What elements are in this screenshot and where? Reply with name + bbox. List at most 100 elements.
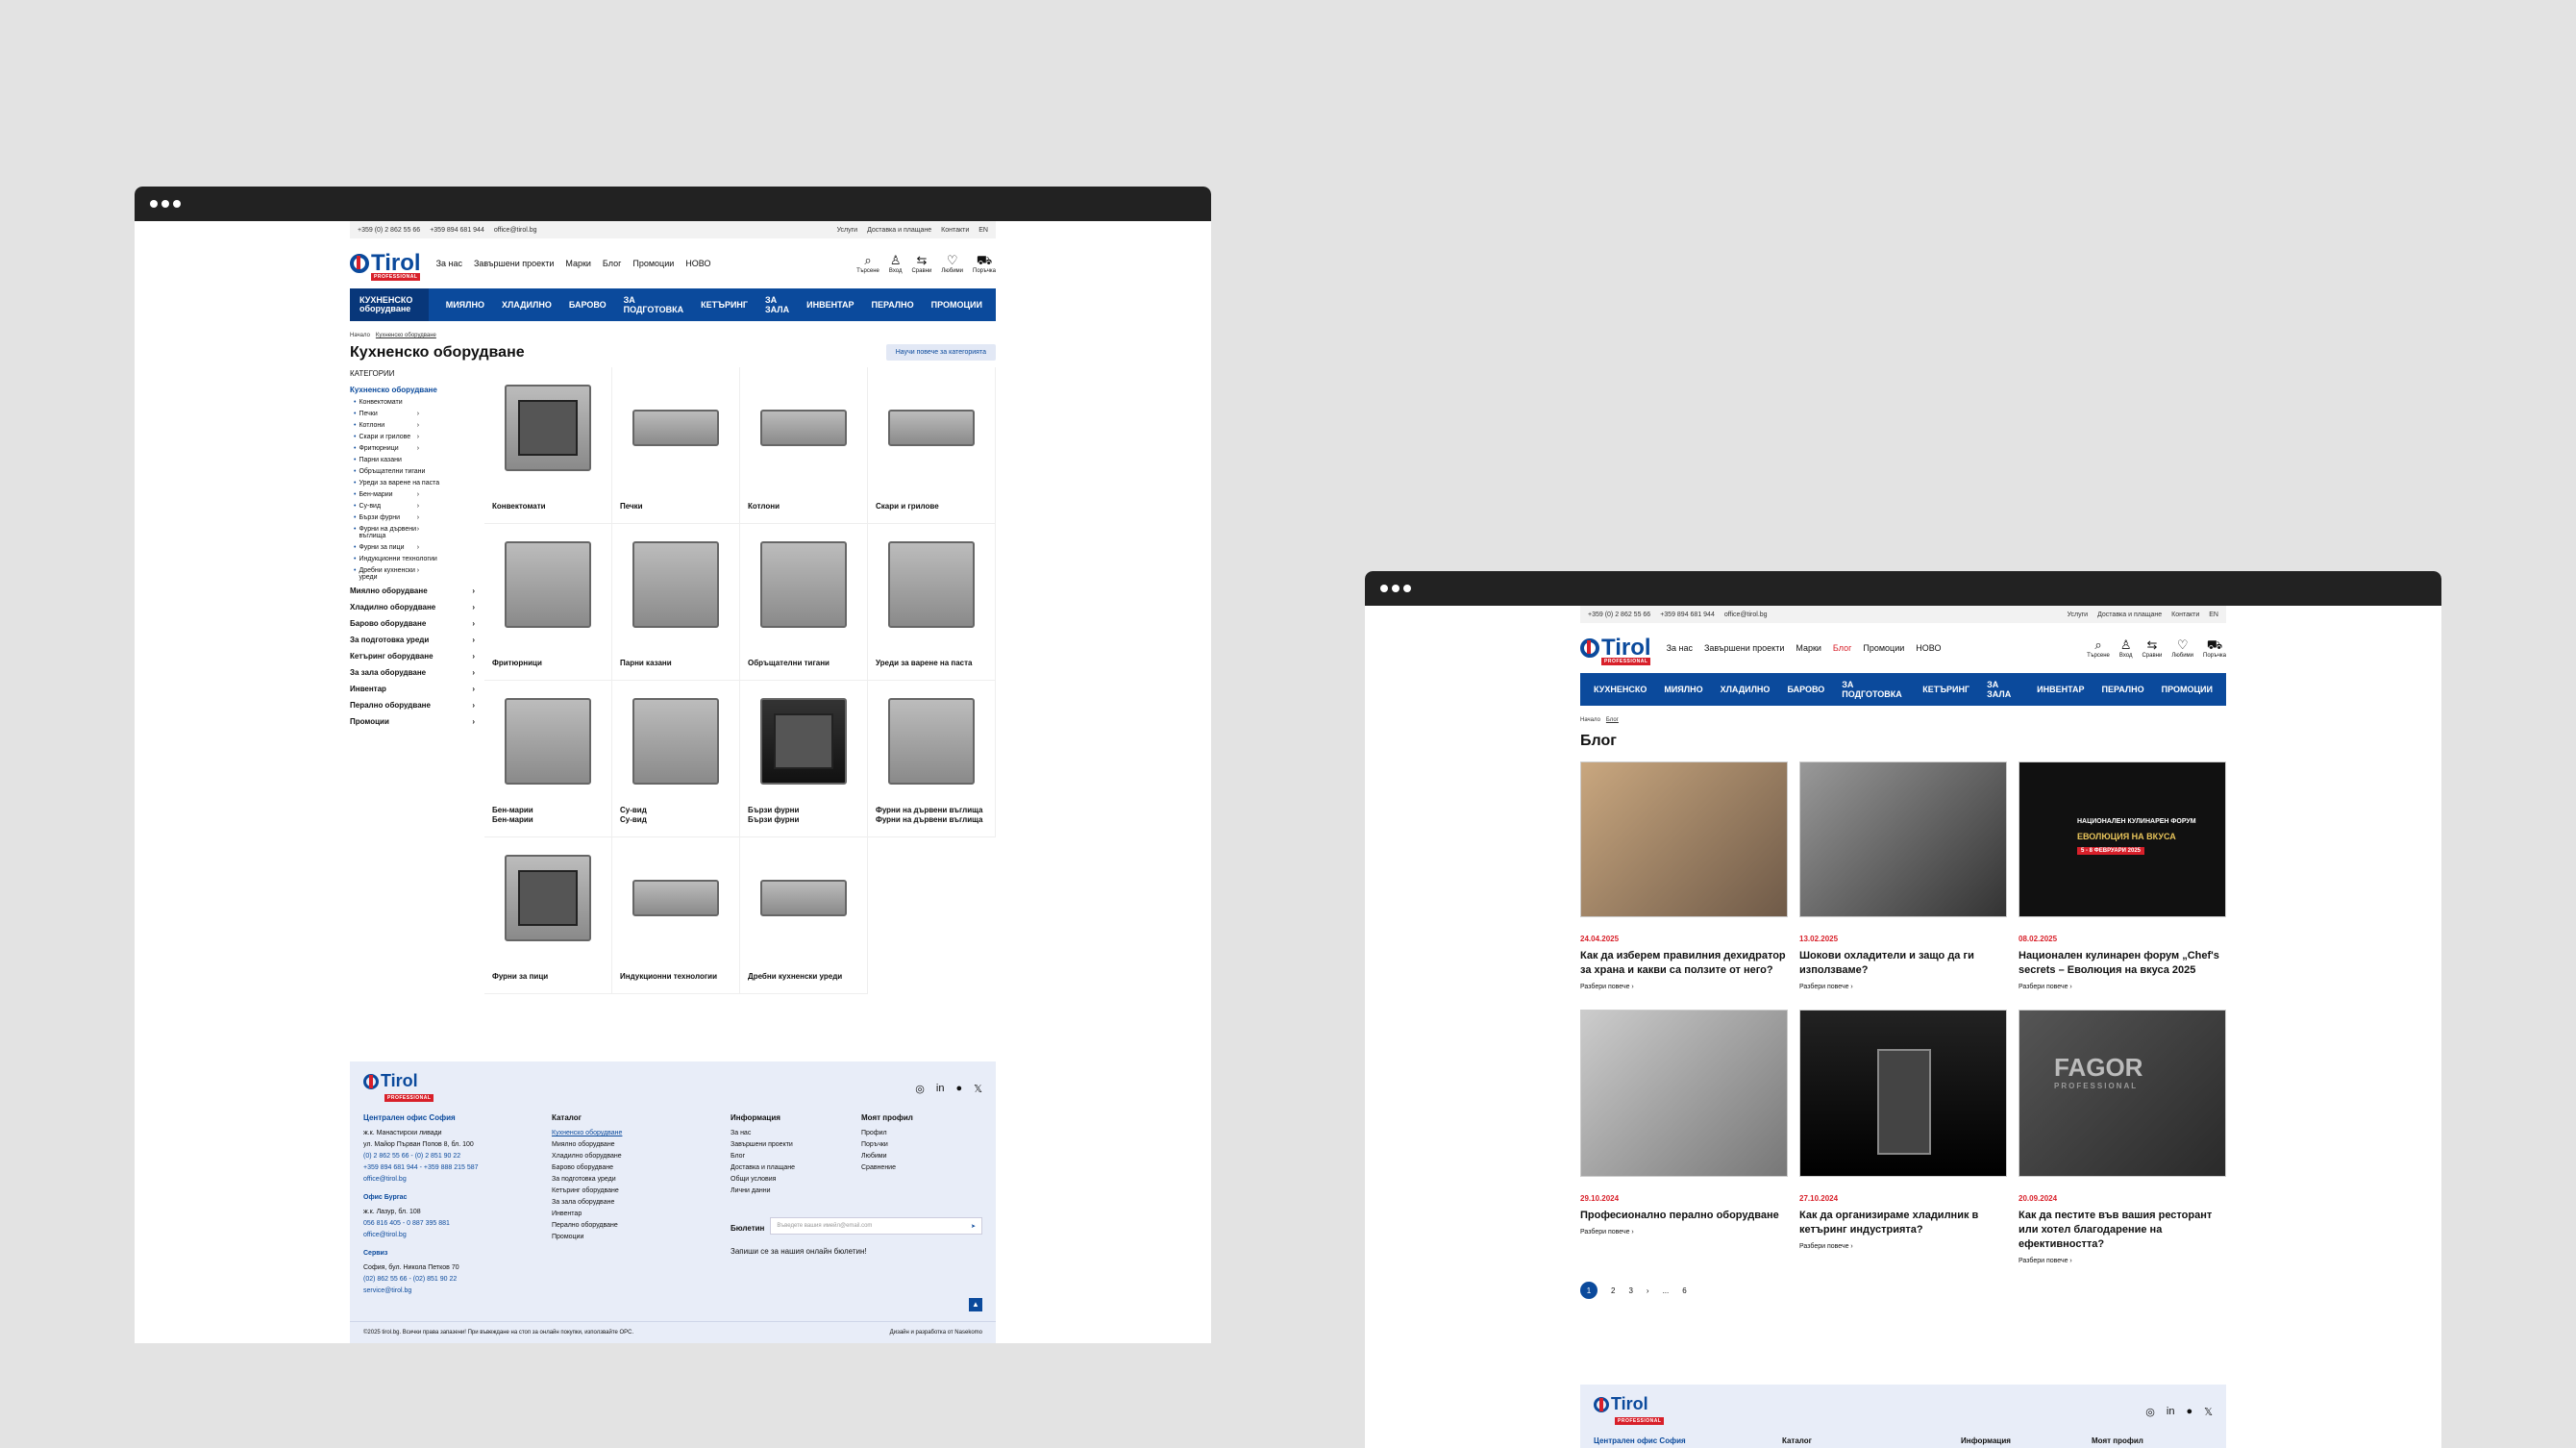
phone-link[interactable]: (0) 2 862 55 66 - (0) 2 851 90 22 xyxy=(363,1153,536,1160)
read-more-link[interactable]: Разбери повече › xyxy=(1799,984,2007,990)
phone-link[interactable]: (02) 862 55 66 - (02) 851 90 22 xyxy=(363,1276,536,1283)
product-name[interactable]: Обръщателни тигани xyxy=(748,659,830,668)
product-card[interactable]: Котлони xyxy=(740,367,868,524)
nav-link[interactable]: Завършени проекти xyxy=(1704,643,1784,653)
product-card[interactable]: Су-вид Су-вид xyxy=(612,681,740,837)
sidebar-item[interactable]: Промоции › xyxy=(350,717,475,726)
compare-button[interactable]: ⇆ Сравни xyxy=(911,254,931,274)
category-link[interactable]: ЗА ЗАЛА xyxy=(1987,680,2019,699)
email-link[interactable]: office@tirol.bg xyxy=(363,1176,536,1183)
product-name[interactable]: Печки xyxy=(620,502,643,512)
product-name[interactable]: Фурни за пици xyxy=(492,972,548,982)
category-link[interactable]: МИЯЛНО xyxy=(446,300,484,310)
phone-link[interactable]: 056 816 405 - 0 887 395 881 xyxy=(363,1220,536,1227)
category-link[interactable]: КУХНЕНСКО оборудване xyxy=(350,288,429,321)
product-card[interactable]: Фурни на дървени въглища Фурни на дървен… xyxy=(868,681,996,837)
category-link[interactable]: ЗА ПОДГОТОВКА xyxy=(1842,680,1905,699)
footer-link[interactable]: Кетъринг оборудване xyxy=(552,1187,622,1194)
email-link[interactable]: service@tirol.bg xyxy=(363,1287,536,1294)
post-title[interactable]: Как да организираме хладилник в кетъринг… xyxy=(1799,1209,2007,1237)
footer-link[interactable]: Доставка и плащане xyxy=(731,1164,795,1171)
category-link[interactable]: КЕТЪРИНГ xyxy=(701,300,748,310)
login-button[interactable]: ♙ Вход xyxy=(2119,638,2133,659)
category-link[interactable]: ХЛАДИЛНО xyxy=(502,300,552,310)
blog-card[interactable]: НАЦИОНАЛЕН КУЛИНАРЕН ФОРУМ ЕВОЛЮЦИЯ НА ВК… xyxy=(2019,761,2226,990)
instagram-icon[interactable]: ◎ xyxy=(915,1083,925,1095)
nav-link[interactable]: НОВО xyxy=(685,259,710,268)
footer-link[interactable]: Сравнение xyxy=(861,1164,913,1171)
footer-link[interactable]: Любими xyxy=(861,1153,913,1160)
product-name[interactable]: Индукционни технологии xyxy=(620,972,717,982)
product-name[interactable]: Котлони xyxy=(748,502,780,512)
category-link[interactable]: КЕТЪРИНГ xyxy=(1922,685,1969,694)
sidebar-item[interactable]: Миялно оборудване › xyxy=(350,587,475,595)
category-link[interactable]: МИЯЛНО xyxy=(1664,685,1702,694)
x-icon[interactable]: 𝕏 xyxy=(974,1083,982,1095)
breadcrumb-link[interactable]: Начало xyxy=(350,333,370,338)
sidebar-subitem[interactable]: Парни казани xyxy=(350,457,475,463)
blog-card[interactable]: 24.04.2025 Как да изберем правилния дехид… xyxy=(1580,761,1788,990)
blog-card[interactable]: FAGOR PROFESSIONAL 20.09.2024 Как да пестит… xyxy=(2019,1010,2226,1264)
footer-link[interactable]: Блог xyxy=(731,1153,795,1160)
page-button[interactable]: 2 xyxy=(1611,1286,1615,1295)
product-name[interactable]: Бен-марии Бен-марии xyxy=(492,806,533,825)
post-title[interactable]: Шокови охладители и защо да ги използвам… xyxy=(1799,949,2007,978)
nav-link-active[interactable]: Блог xyxy=(1833,643,1851,653)
nav-link[interactable]: За нас xyxy=(436,259,462,268)
product-name[interactable]: Фритюрници xyxy=(492,659,542,668)
post-title[interactable]: Национален кулинарен форум „Chef's secre… xyxy=(2019,949,2226,978)
sidebar-subitem[interactable]: Фритюрници › xyxy=(350,445,475,452)
topbar-link[interactable]: Контакти xyxy=(941,227,969,234)
footer-link[interactable]: Миялно оборудване xyxy=(552,1141,622,1148)
read-more-link[interactable]: Разбери повече › xyxy=(2019,984,2226,990)
read-more-link[interactable]: Разбери повече › xyxy=(2019,1258,2226,1264)
topbar-link[interactable]: Доставка и плащане xyxy=(2097,612,2162,618)
category-link[interactable]: БАРОВО xyxy=(569,300,607,310)
product-card[interactable]: Уреди за варене на паста xyxy=(868,524,996,681)
blog-card[interactable]: 29.10.2024 Професионално перално оборудва… xyxy=(1580,1010,1788,1264)
nav-link[interactable]: Марки xyxy=(1796,643,1821,653)
category-link[interactable]: ЗА ПОДГОТОВКА xyxy=(624,295,684,314)
post-title[interactable]: Как да пестите във вашия ресторант или х… xyxy=(2019,1209,2226,1252)
footer-link[interactable]: Поръчки xyxy=(861,1141,913,1148)
instagram-icon[interactable]: ◎ xyxy=(2145,1406,2155,1418)
back-to-top-button[interactable]: ▲ xyxy=(969,1298,982,1311)
footer-link[interactable]: Перално оборудване xyxy=(552,1222,622,1229)
sidebar-subitem[interactable]: Бен-марии › xyxy=(350,491,475,498)
category-link[interactable]: ПРОМОЦИИ xyxy=(2162,685,2213,694)
sidebar-item[interactable]: Инвентар › xyxy=(350,685,475,693)
favorites-button[interactable]: ♡ Любими xyxy=(2171,638,2193,659)
sidebar-item[interactable]: За зала оборудване › xyxy=(350,668,475,677)
sidebar-item-active[interactable]: Кухненско оборудване xyxy=(350,386,475,394)
category-link[interactable]: ЗА ЗАЛА xyxy=(765,295,789,314)
email-link[interactable]: office@tirol.bg xyxy=(363,1232,536,1238)
nav-link[interactable]: Промоции xyxy=(632,259,674,268)
footer-logo[interactable]: Tirol PROFESSIONAL xyxy=(363,1071,434,1102)
product-name[interactable]: Скари и грилове xyxy=(876,502,939,512)
sidebar-subitem[interactable]: Скари и грилове › xyxy=(350,434,475,440)
product-name[interactable]: Су-вид Су-вид xyxy=(620,806,647,825)
compare-button[interactable]: ⇆ Сравни xyxy=(2142,638,2162,659)
favorites-button[interactable]: ♡ Любими xyxy=(941,254,963,274)
sidebar-subitem[interactable]: Фурни на дървени въглища› xyxy=(350,526,475,539)
footer-link[interactable]: Лични данни xyxy=(731,1187,795,1194)
credit-link[interactable]: Дизайн и разработка от Nasekomo xyxy=(890,1330,982,1336)
product-card[interactable]: Фурни за пици xyxy=(484,837,612,994)
page-button-active[interactable]: 1 xyxy=(1580,1282,1598,1299)
sidebar-subitem[interactable]: Индукционни технологии xyxy=(350,556,475,562)
language-switch[interactable]: EN xyxy=(2209,612,2218,618)
sidebar-subitem[interactable]: Обръщателни тигани xyxy=(350,468,475,475)
footer-link[interactable]: Барово оборудване xyxy=(552,1164,622,1171)
phone-link[interactable]: +359 (0) 2 862 55 66 xyxy=(358,227,420,234)
product-card[interactable]: Бързи фурни Бързи фурни xyxy=(740,681,868,837)
nav-link[interactable]: За нас xyxy=(1667,643,1693,653)
cart-button[interactable]: ⛟ Поръчка xyxy=(973,254,996,274)
sidebar-subitem[interactable]: Конвектомати xyxy=(350,399,475,406)
search-button[interactable]: ⌕ Търсене xyxy=(2087,638,2110,659)
footer-link[interactable]: Кухненско оборудване xyxy=(552,1130,622,1136)
blog-card[interactable]: 13.02.2025 Шокови охладители и защо да ги… xyxy=(1799,761,2007,990)
facebook-icon[interactable]: ● xyxy=(955,1083,962,1095)
phone-link[interactable]: +359 894 681 944 - +359 888 215 587 xyxy=(363,1164,536,1171)
product-card[interactable]: Бен-марии Бен-марии xyxy=(484,681,612,837)
sidebar-subitem[interactable]: Бързи фурни › xyxy=(350,514,475,521)
